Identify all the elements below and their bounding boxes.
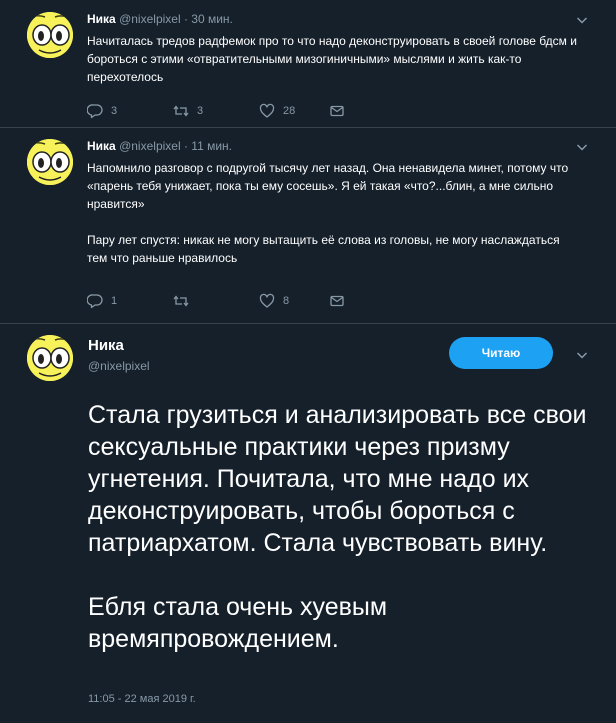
- tweet-text: Стала грузиться и анализировать все свои…: [88, 399, 588, 655]
- reply-count: 3: [111, 105, 118, 117]
- tweet-time[interactable]: · 30 мин.: [184, 12, 233, 26]
- author-handle[interactable]: @nixelpixel: [88, 359, 150, 373]
- tweet-timestamp[interactable]: 11:05 - 22 мая 2019 г.: [88, 693, 196, 705]
- direct-message-button[interactable]: [329, 293, 353, 309]
- avatar-image: [27, 12, 73, 58]
- avatar-image: [27, 335, 73, 381]
- tweet-paragraph: Напомнило разговор с подругой тысячу лет…: [87, 161, 569, 211]
- like-count: 28: [283, 105, 296, 117]
- tweet-actions: 1 8: [87, 293, 367, 313]
- retweet-button[interactable]: [173, 293, 197, 309]
- reply-button[interactable]: 1: [87, 293, 117, 309]
- main-tweet: Ника @nixelpixel Читаю Стала грузиться и…: [0, 323, 616, 723]
- heart-icon: [259, 103, 275, 119]
- author-name[interactable]: Ника: [87, 12, 116, 26]
- reply-icon: [87, 103, 103, 119]
- author-handle[interactable]: @nixelpixel: [119, 12, 181, 26]
- tweet-text: Напомнило разговор с подругой тысячу лет…: [87, 159, 577, 267]
- direct-message-button[interactable]: [329, 103, 353, 119]
- author-name[interactable]: Ника: [87, 139, 116, 153]
- avatar[interactable]: [27, 335, 73, 381]
- direct-message-icon: [329, 103, 345, 119]
- retweet-icon: [173, 293, 189, 309]
- tweet-paragraph: Пару лет спустя: никак не могу вытащить …: [87, 233, 560, 265]
- tweet-time[interactable]: · 11 мин.: [184, 139, 232, 153]
- tweet-header: Ника @nixelpixel · 11 мин.: [87, 139, 232, 153]
- author-handle[interactable]: @nixelpixel: [119, 139, 181, 153]
- reply-count: 1: [111, 295, 118, 307]
- retweet-count: 3: [197, 105, 204, 117]
- like-button[interactable]: 28: [259, 103, 295, 119]
- tweet[interactable]: Ника @nixelpixel · 30 мин. Начиталась тр…: [0, 0, 616, 128]
- author-name[interactable]: Ника: [88, 337, 124, 354]
- chevron-down-icon[interactable]: [574, 139, 590, 155]
- reply-button[interactable]: 3: [87, 103, 117, 119]
- like-count: 8: [283, 295, 290, 307]
- avatar-image: [27, 139, 73, 185]
- like-button[interactable]: 8: [259, 293, 289, 309]
- following-button[interactable]: Читаю: [449, 337, 553, 369]
- chevron-down-icon[interactable]: [574, 12, 590, 28]
- avatar[interactable]: [27, 12, 73, 58]
- tweet-paragraph: Ебля стала очень хуевым времяпровождение…: [88, 593, 388, 653]
- avatar[interactable]: [27, 139, 73, 185]
- tweet-header: Ника @nixelpixel · 30 мин.: [87, 12, 233, 26]
- chevron-down-icon[interactable]: [574, 347, 590, 363]
- retweet-button[interactable]: 3: [173, 103, 203, 119]
- direct-message-icon: [329, 293, 345, 309]
- heart-icon: [259, 293, 275, 309]
- tweet-paragraph: Стала грузиться и анализировать все свои…: [88, 401, 587, 557]
- retweet-icon: [173, 103, 189, 119]
- tweet-actions: 3 3 28: [87, 103, 367, 123]
- reply-icon: [87, 293, 103, 309]
- tweet[interactable]: Ника @nixelpixel · 11 мин. Напомнило раз…: [0, 127, 616, 324]
- tweet-text: Начиталась тредов радфемок про то что на…: [87, 34, 577, 84]
